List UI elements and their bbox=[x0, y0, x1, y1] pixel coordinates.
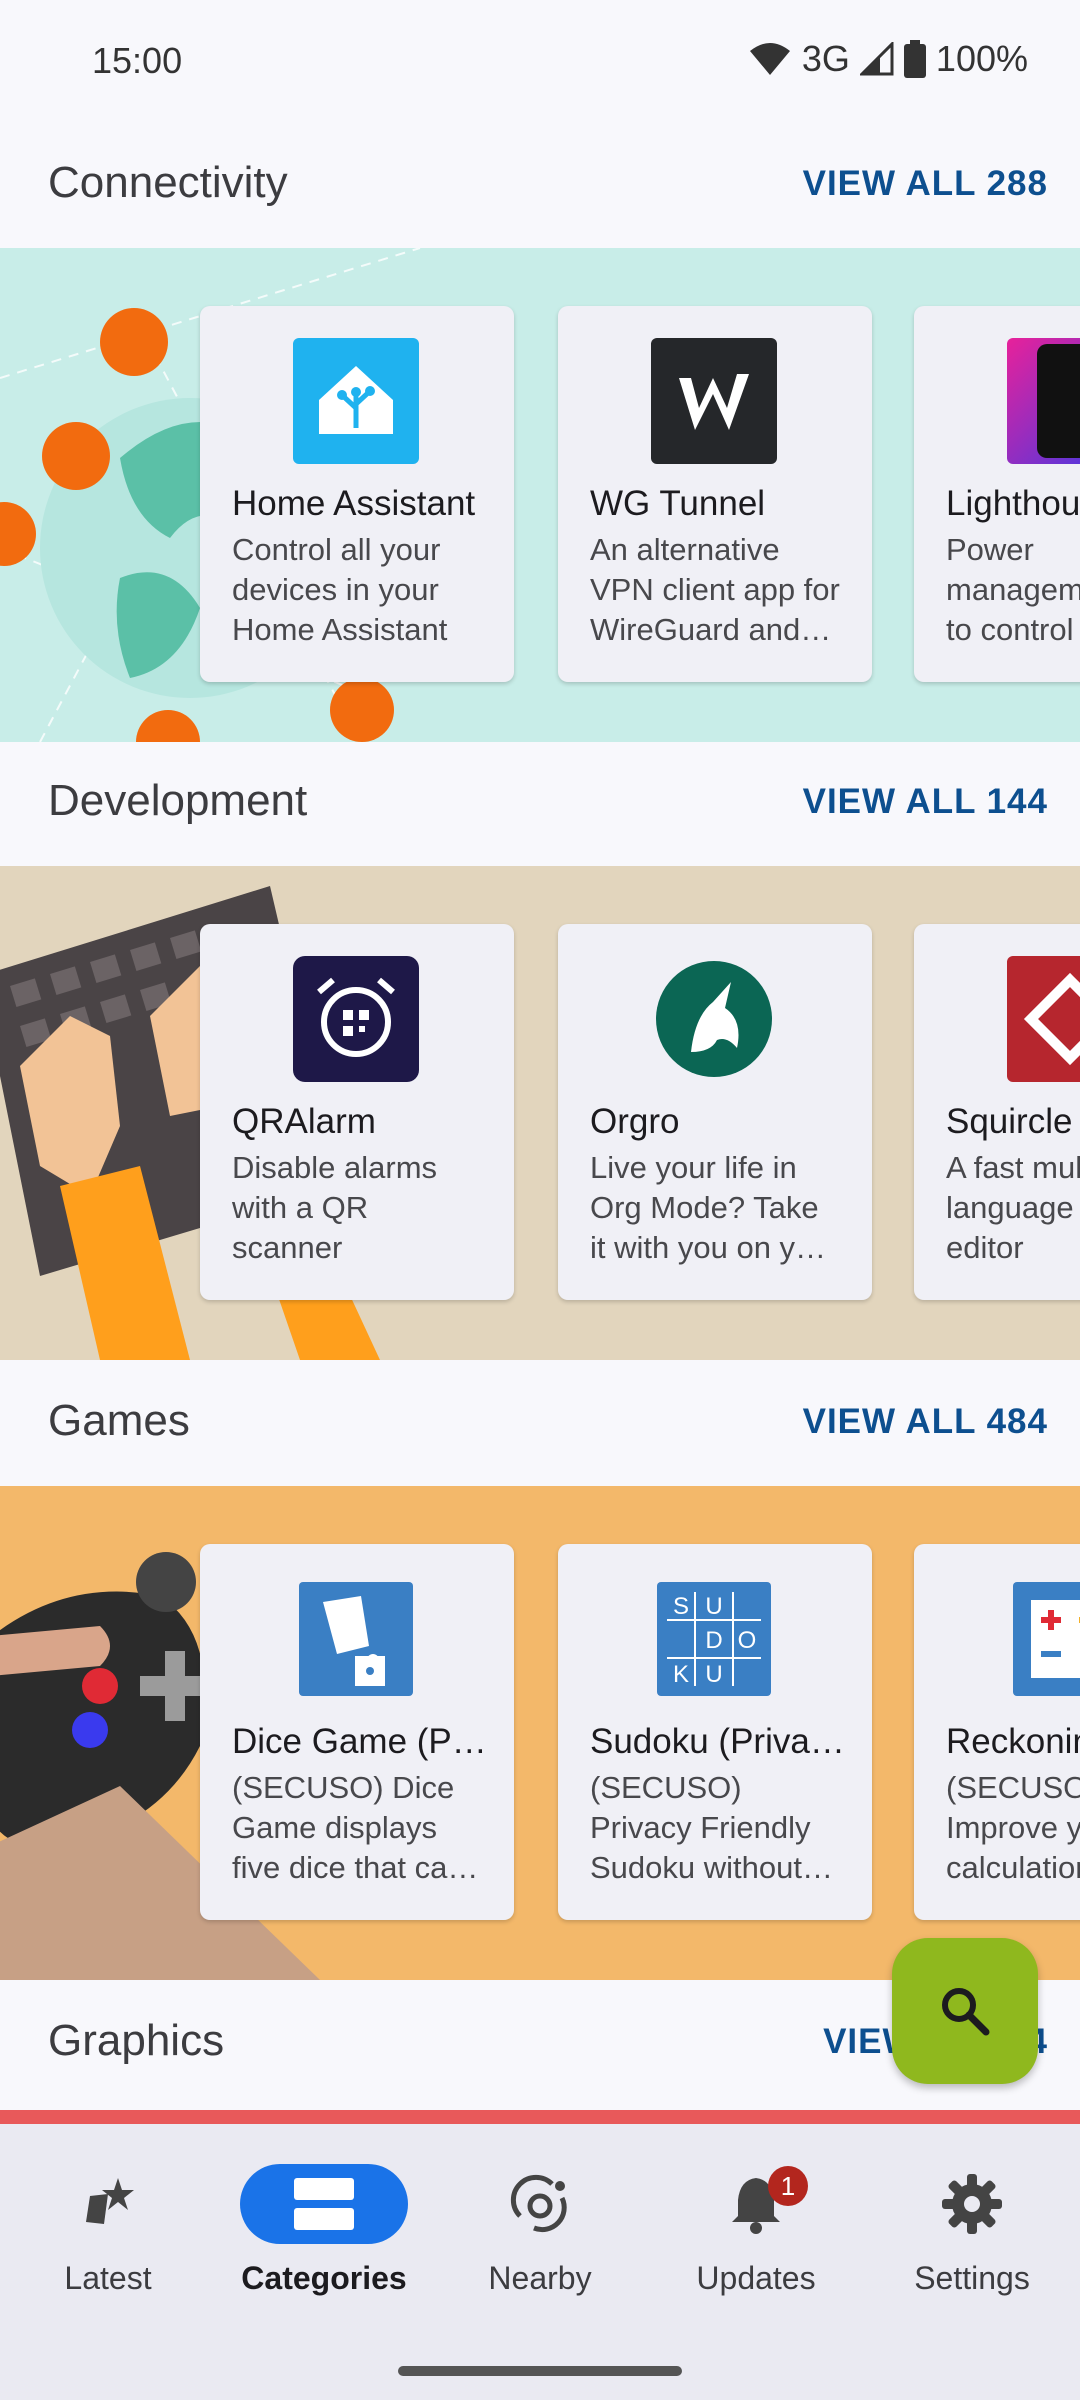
app-name: QRAlarm bbox=[232, 1102, 376, 1141]
nav-label: Updates bbox=[696, 2260, 816, 2296]
section-title: Graphics bbox=[48, 2016, 225, 2065]
app-name: Home Assistant bbox=[232, 484, 476, 523]
nav-settings[interactable]: Settings bbox=[872, 2164, 1072, 2297]
wifi-icon bbox=[749, 43, 790, 75]
sudoku-letter: U bbox=[705, 1593, 722, 1620]
app-card-orgro[interactable]: Orgro Live your life in Org Mode? Take i… bbox=[558, 924, 872, 1300]
battery-icon bbox=[903, 40, 926, 78]
app-description: An alternative VPN client app for WireGu… bbox=[590, 532, 840, 647]
app-description: (SECUSO) Improve your calculation skills bbox=[946, 1770, 1080, 1885]
nav-nearby[interactable]: Nearby bbox=[440, 2164, 640, 2297]
search-fab[interactable] bbox=[892, 1938, 1038, 2084]
development-banner[interactable]: QRAlarm Disable alarms with a QR scanner… bbox=[0, 866, 1080, 1360]
app-name: Sudoku (Privacy Friendly) bbox=[590, 1722, 850, 1761]
section-title: Development bbox=[48, 776, 308, 825]
app-name: Lighthouse bbox=[946, 484, 1080, 523]
signal-icon bbox=[859, 42, 894, 76]
section-title: Connectivity bbox=[48, 158, 288, 207]
nav-categories[interactable]: Categories bbox=[224, 2164, 424, 2297]
bottom-navigation: Latest Categories Nearby 1 Updates Setti… bbox=[0, 2124, 1080, 2400]
sudoku-letter: S bbox=[673, 1593, 689, 1620]
gear-icon bbox=[942, 2174, 1002, 2234]
nav-label: Latest bbox=[64, 2260, 152, 2296]
app-card-lighthouse[interactable]: Lighthouse Power management app to contr… bbox=[914, 306, 1080, 682]
app-description: Disable alarms with a QR scanner bbox=[232, 1150, 438, 1265]
app-description: (SECUSO) Dice Game displays five dice th… bbox=[232, 1770, 465, 1885]
updates-badge: 1 bbox=[768, 2166, 808, 2206]
app-description: Live your life in Org Mode? Take it with… bbox=[590, 1150, 840, 1265]
section-header-games: Games VIEW ALL 484 bbox=[0, 1362, 1080, 1486]
sudoku-letter: D bbox=[705, 1627, 722, 1654]
section-header-connectivity: Connectivity VIEW ALL 288 bbox=[0, 124, 1080, 248]
sudoku-letter: U bbox=[705, 1661, 722, 1688]
app-card-squircle[interactable]: Squircle A fast multi-language code edit… bbox=[914, 924, 1080, 1300]
home-assistant-icon bbox=[293, 338, 419, 464]
app-name: WG Tunnel bbox=[590, 484, 766, 523]
games-banner[interactable]: Dice Game (Privacy Friendly) (SECUSO) Di… bbox=[0, 1486, 1080, 1980]
view-all-connectivity-button[interactable]: VIEW ALL 288 bbox=[803, 164, 1048, 204]
status-icons: 3G 100% bbox=[748, 38, 1028, 80]
app-description: A fast multi-language code editor bbox=[946, 1150, 1080, 1265]
app-card-qralarm[interactable]: QRAlarm Disable alarms with a QR scanner bbox=[200, 924, 514, 1300]
app-card-reckoning-skills[interactable]: Reckoning Skills (SECUSO) Improve your c… bbox=[914, 1544, 1080, 1920]
app-description: Power management app to control bbox=[946, 532, 1080, 647]
view-all-games-button[interactable]: VIEW ALL 484 bbox=[803, 1402, 1048, 1442]
app-name: Dice Game (Privacy Friendly) bbox=[232, 1722, 492, 1761]
active-indicator bbox=[240, 2164, 408, 2244]
app-description: Control all your devices in your Home As… bbox=[232, 532, 448, 647]
battery-percent: 100% bbox=[935, 38, 1028, 79]
app-description: (SECUSO) Privacy Friendly Sudoku without… bbox=[590, 1770, 811, 1885]
app-name: Squircle bbox=[946, 1102, 1073, 1141]
nav-updates[interactable]: 1 Updates bbox=[656, 2164, 856, 2297]
nav-latest[interactable]: Latest bbox=[8, 2164, 208, 2297]
view-all-development-button[interactable]: VIEW ALL 144 bbox=[803, 782, 1048, 822]
network-type: 3G bbox=[801, 38, 850, 79]
status-bar: 15:00 3G 100% bbox=[0, 0, 1080, 120]
orgro-unicorn-icon bbox=[656, 961, 772, 1077]
connectivity-banner[interactable]: Home Assistant Control all your devices … bbox=[0, 248, 1080, 742]
squircle-icon bbox=[1007, 956, 1080, 1082]
categories-icon bbox=[294, 2178, 354, 2230]
app-card-dice-game[interactable]: Dice Game (Privacy Friendly) (SECUSO) Di… bbox=[200, 1544, 514, 1920]
nav-label: Nearby bbox=[488, 2260, 592, 2296]
section-header-development: Development VIEW ALL 144 bbox=[0, 742, 1080, 866]
nav-label: Categories bbox=[241, 2260, 407, 2296]
sudoku-letter: O bbox=[738, 1627, 757, 1654]
dice-game-icon bbox=[299, 1582, 413, 1696]
lighthouse-icon bbox=[1007, 338, 1080, 464]
app-name: Orgro bbox=[590, 1102, 680, 1141]
home-indicator[interactable] bbox=[398, 2366, 682, 2376]
qralarm-icon bbox=[293, 956, 419, 1082]
section-title: Games bbox=[48, 1396, 190, 1445]
reckoning-skills-icon bbox=[1013, 1582, 1080, 1696]
search-icon bbox=[942, 1988, 990, 2036]
status-time: 15:00 bbox=[92, 40, 183, 81]
nearby-icon bbox=[510, 2174, 567, 2233]
app-card-wg-tunnel[interactable]: WG Tunnel An alternative VPN client app … bbox=[558, 306, 872, 682]
latest-star-icon bbox=[86, 2178, 134, 2224]
sudoku-icon: S U D O K U bbox=[657, 1582, 771, 1696]
sudoku-letter: K bbox=[673, 1661, 689, 1688]
app-card-sudoku[interactable]: S U D O K U Sudoku (Privacy Friendly) (S… bbox=[558, 1544, 872, 1920]
app-card-home-assistant[interactable]: Home Assistant Control all your devices … bbox=[200, 306, 514, 682]
app-name: Reckoning Skills bbox=[946, 1722, 1080, 1761]
nav-label: Settings bbox=[914, 2260, 1030, 2296]
wg-tunnel-icon bbox=[651, 338, 777, 464]
